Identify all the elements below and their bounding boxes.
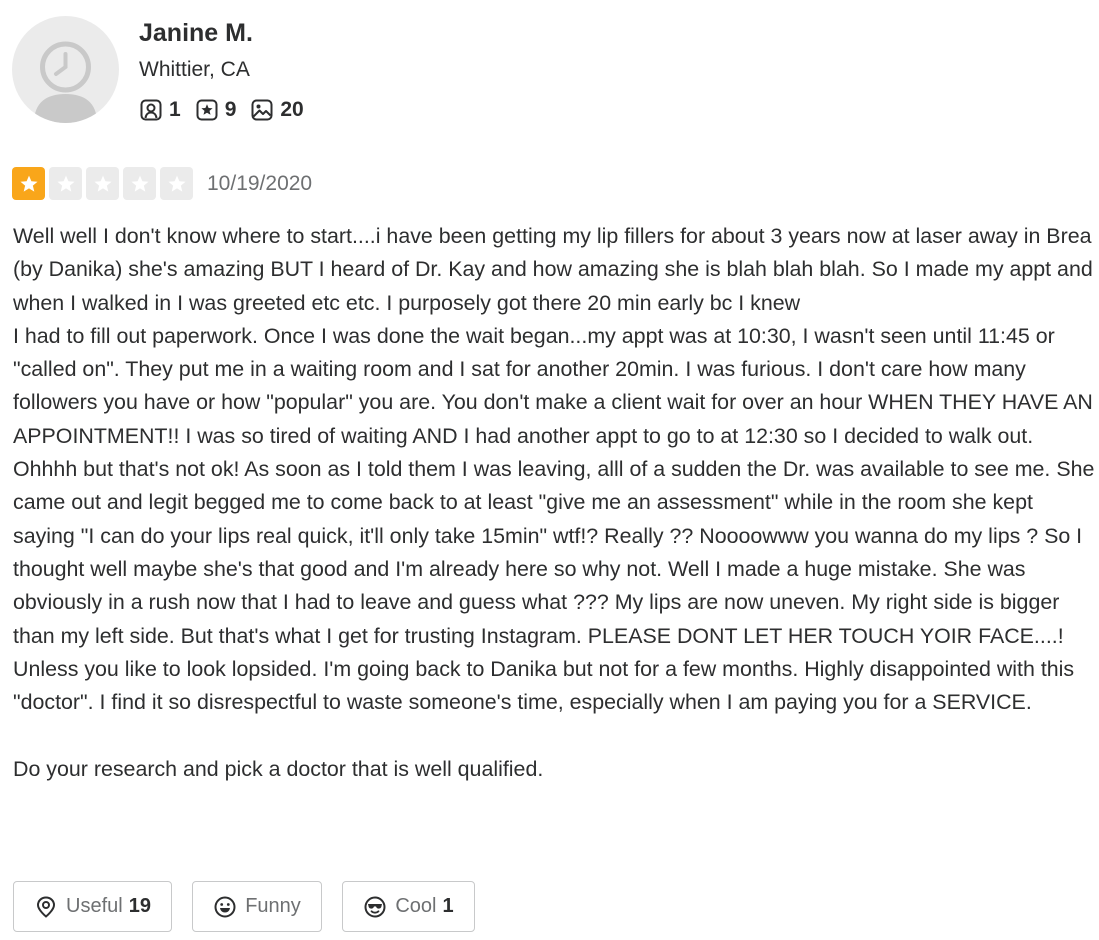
useful-button[interactable]: Useful 19 bbox=[13, 881, 172, 932]
funny-label: Funny bbox=[245, 895, 301, 917]
friends-count: 1 bbox=[169, 98, 181, 121]
star-empty-icon bbox=[49, 167, 82, 200]
reaction-buttons: Useful 19 Funny Cool 1 bbox=[13, 881, 495, 933]
smile-icon bbox=[214, 896, 236, 917]
user-stats: 1 9 20 bbox=[139, 96, 318, 124]
photos-stat: 20 bbox=[250, 98, 304, 122]
avatar-placeholder-icon bbox=[34, 41, 97, 123]
star-empty-icon bbox=[86, 167, 119, 200]
friends-icon bbox=[140, 99, 162, 121]
lightbulb-icon bbox=[37, 895, 56, 918]
star-rating bbox=[12, 167, 197, 200]
review-text: Well well I don't know where to start...… bbox=[13, 224, 1095, 781]
review-rating-row: 10/19/2020 bbox=[12, 166, 312, 201]
friends-stat: 1 bbox=[139, 98, 181, 122]
sunglasses-icon bbox=[364, 896, 386, 917]
funny-button[interactable]: Funny bbox=[192, 881, 322, 932]
star-filled-icon bbox=[12, 167, 45, 200]
star-empty-icon bbox=[123, 167, 156, 200]
cool-button[interactable]: Cool 1 bbox=[342, 881, 475, 932]
review-date: 10/19/2020 bbox=[207, 171, 313, 195]
photos-count: 20 bbox=[280, 98, 304, 121]
useful-count: 19 bbox=[128, 895, 151, 917]
photo-icon bbox=[251, 99, 273, 121]
reviews-count: 9 bbox=[224, 98, 237, 121]
useful-label: Useful bbox=[66, 895, 123, 917]
user-name[interactable]: Janine M. bbox=[139, 19, 253, 48]
reviews-stat: 9 bbox=[195, 98, 237, 122]
review-star-icon bbox=[196, 99, 218, 121]
user-location: Whittier, CA bbox=[139, 58, 250, 81]
star-empty-icon bbox=[160, 167, 193, 200]
user-avatar[interactable] bbox=[12, 16, 119, 123]
cool-count: 1 bbox=[442, 895, 454, 917]
cool-label: Cool bbox=[395, 895, 437, 917]
